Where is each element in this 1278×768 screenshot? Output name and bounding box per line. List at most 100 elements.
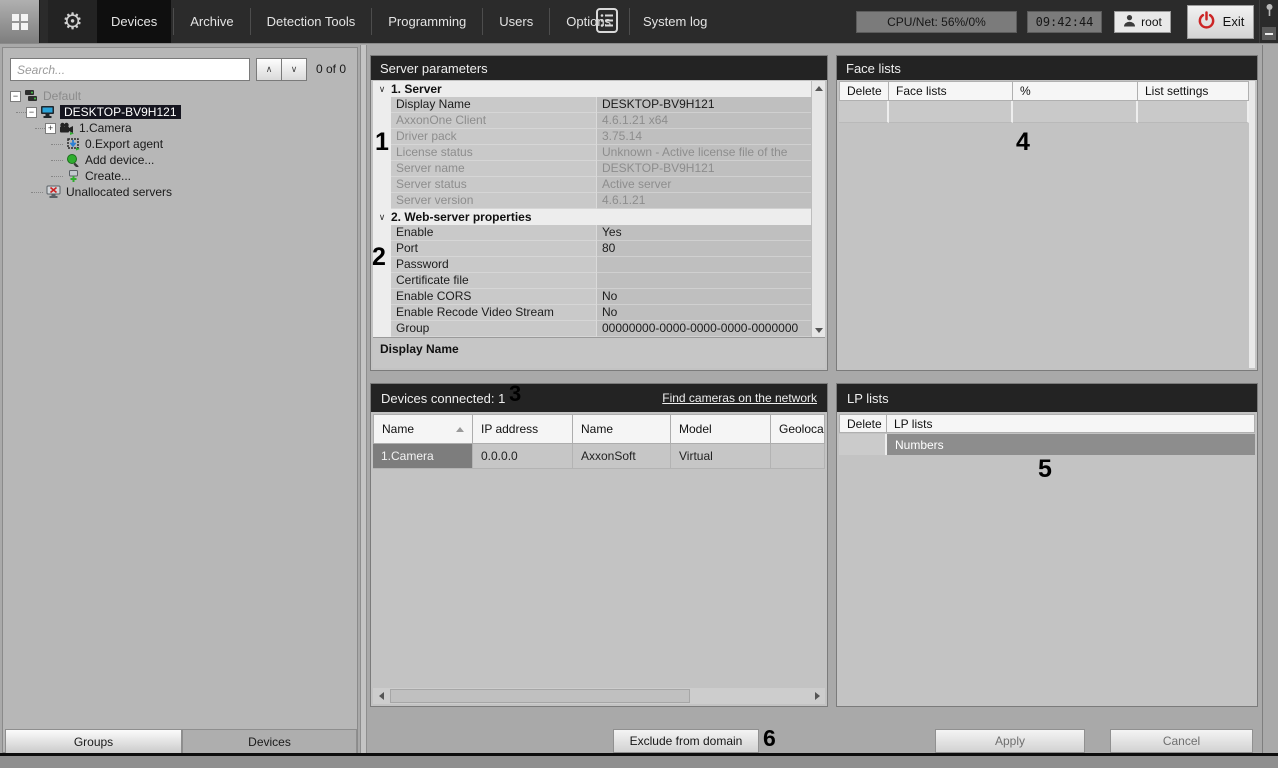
find-cameras-link[interactable]: Find cameras on the network xyxy=(662,391,817,405)
tree-item-unallocated-servers[interactable]: Unallocated servers xyxy=(3,184,357,200)
search-next-button[interactable]: ∨ xyxy=(281,58,307,81)
panel-title: Server parameters xyxy=(380,61,488,76)
exclude-from-domain-button[interactable]: Exclude from domain xyxy=(613,729,759,753)
tab-devices[interactable]: Devices xyxy=(97,0,171,43)
tree-item-default-group[interactable]: − Default xyxy=(3,88,357,104)
property-value: 4.6.1.21 x64 xyxy=(597,113,811,129)
property-value[interactable]: Yes xyxy=(597,225,811,241)
section-web-server[interactable]: ∨ 2. Web-server properties xyxy=(373,209,811,225)
collapse-panel-button[interactable] xyxy=(1262,27,1276,40)
apply-button[interactable]: Apply xyxy=(935,729,1085,753)
app-window: ⚙ Devices Archive Detection Tools Progra… xyxy=(0,0,1278,768)
tree-item-server[interactable]: − DESKTOP-BV9H121 xyxy=(3,104,357,120)
property-value[interactable]: 00000000-0000-0000-0000-0000000 xyxy=(597,321,811,337)
column-header-geolocation[interactable]: Geoloca xyxy=(771,414,825,444)
property-row[interactable]: Enable CORS No xyxy=(373,289,811,305)
search-prev-button[interactable]: ∧ xyxy=(256,58,282,81)
collapse-box-icon[interactable]: − xyxy=(26,107,37,118)
column-header-delete[interactable]: Delete xyxy=(839,81,889,101)
tab-programming[interactable]: Programming xyxy=(374,0,480,43)
property-row[interactable]: Certificate file xyxy=(373,273,811,289)
add-device-magnifier-icon xyxy=(66,153,81,167)
column-header-percent[interactable]: % xyxy=(1013,81,1138,101)
property-row[interactable]: Group 00000000-0000-0000-0000-0000000 xyxy=(373,321,811,337)
horizontal-scrollbar[interactable] xyxy=(373,688,825,704)
column-header-lp-lists[interactable]: LP lists xyxy=(887,414,1255,433)
lp-list-name: Numbers xyxy=(887,434,1255,455)
pin-icon[interactable] xyxy=(1265,3,1274,23)
annotation-3: 3 xyxy=(509,381,521,407)
tab-separator xyxy=(549,8,550,35)
sidebar-tab-groups[interactable]: Groups xyxy=(5,729,182,754)
property-value: Unknown - Active license file of the xyxy=(597,145,811,161)
property-row[interactable]: AxxonOne Client 4.6.1.21 x64 xyxy=(373,113,811,129)
export-agent-icon xyxy=(66,137,81,151)
column-header-name[interactable]: Name xyxy=(373,414,473,444)
scroll-up-arrow[interactable] xyxy=(812,81,825,95)
tab-archive[interactable]: Archive xyxy=(176,0,247,43)
property-value[interactable]: No xyxy=(597,305,811,321)
device-tree: − Default − DESKTOP-BV9H121 + xyxy=(3,88,357,200)
scroll-left-arrow[interactable] xyxy=(373,688,389,704)
property-value[interactable]: No xyxy=(597,289,811,305)
property-row[interactable]: License status Unknown - Active license … xyxy=(373,145,811,161)
annotation-2: 2 xyxy=(372,243,386,272)
property-row[interactable]: Server status Active server xyxy=(373,177,811,193)
bottom-strip xyxy=(0,756,1278,768)
layouts-button[interactable] xyxy=(0,0,40,43)
clock: 09:42:44 xyxy=(1027,11,1102,33)
tree-item-label: Create... xyxy=(85,169,131,183)
property-row[interactable]: Enable Recode Video Stream No xyxy=(373,305,811,321)
user-name: root xyxy=(1141,15,1162,29)
system-log-button[interactable]: System log xyxy=(595,0,707,43)
face-lists-header: Face lists xyxy=(837,56,1257,80)
vertical-scrollbar-track[interactable] xyxy=(1249,81,1255,368)
vertical-scrollbar[interactable] xyxy=(811,81,825,337)
section-server[interactable]: ∨ 1. Server xyxy=(373,81,811,97)
column-header-vendor[interactable]: Name xyxy=(573,414,671,444)
sort-ascending-icon xyxy=(456,427,464,432)
tab-detection-tools[interactable]: Detection Tools xyxy=(253,0,370,43)
tree-item-add-device[interactable]: Add device... xyxy=(3,152,357,168)
column-header-delete[interactable]: Delete xyxy=(839,414,887,433)
sidebar-tab-devices[interactable]: Devices xyxy=(182,729,357,754)
property-grid: ∨ 1. Server Display Name DESKTOP-BV9H121… xyxy=(373,81,811,337)
property-value[interactable] xyxy=(597,273,811,289)
property-row[interactable]: Enable Yes xyxy=(373,225,811,241)
search-input[interactable] xyxy=(10,58,250,81)
tree-item-export-agent[interactable]: 0.Export agent xyxy=(3,136,357,152)
chevron-down-icon[interactable]: ∨ xyxy=(373,84,391,95)
property-value[interactable] xyxy=(597,257,811,273)
property-row[interactable]: Server version 4.6.1.21 xyxy=(373,193,811,209)
property-row[interactable]: Driver pack 3.75.14 xyxy=(373,129,811,145)
user-button[interactable]: root xyxy=(1114,11,1171,33)
tab-users[interactable]: Users xyxy=(485,0,547,43)
cancel-button[interactable]: Cancel xyxy=(1110,729,1253,753)
scroll-right-arrow[interactable] xyxy=(809,688,825,704)
delete-cell[interactable] xyxy=(839,434,887,455)
property-row[interactable]: Server name DESKTOP-BV9H121 xyxy=(373,161,811,177)
property-row[interactable]: Display Name DESKTOP-BV9H121 xyxy=(373,97,811,113)
sidebar-splitter[interactable] xyxy=(360,45,367,753)
settings-gear-tab[interactable]: ⚙ xyxy=(48,0,97,43)
exit-button[interactable]: Exit xyxy=(1187,5,1254,39)
column-header-ip[interactable]: IP address xyxy=(473,414,573,444)
property-row[interactable]: Password xyxy=(373,257,811,273)
property-value[interactable]: 80 xyxy=(597,241,811,257)
property-row[interactable]: Port 80 xyxy=(373,241,811,257)
lp-list-row[interactable]: Numbers xyxy=(839,434,1255,455)
tree-item-camera[interactable]: + 1.Camera xyxy=(3,120,357,136)
expand-box-icon[interactable]: + xyxy=(45,123,56,134)
column-header-list-settings[interactable]: List settings xyxy=(1138,81,1249,101)
property-value[interactable]: DESKTOP-BV9H121 xyxy=(597,97,811,113)
collapse-box-icon[interactable]: − xyxy=(10,91,21,102)
devices-connected-header: Devices connected: 1 Find cameras on the… xyxy=(371,384,827,412)
scrollbar-thumb[interactable] xyxy=(390,689,690,703)
chevron-down-icon[interactable]: ∨ xyxy=(373,212,391,223)
column-header-model[interactable]: Model xyxy=(671,414,771,444)
tree-item-create[interactable]: Create... xyxy=(3,168,357,184)
face-lists-empty-row[interactable] xyxy=(839,101,1249,123)
scroll-down-arrow[interactable] xyxy=(812,323,825,337)
column-header-face-lists[interactable]: Face lists xyxy=(889,81,1013,101)
device-row[interactable]: 1.Camera 0.0.0.0 AxxonSoft Virtual xyxy=(373,444,825,469)
